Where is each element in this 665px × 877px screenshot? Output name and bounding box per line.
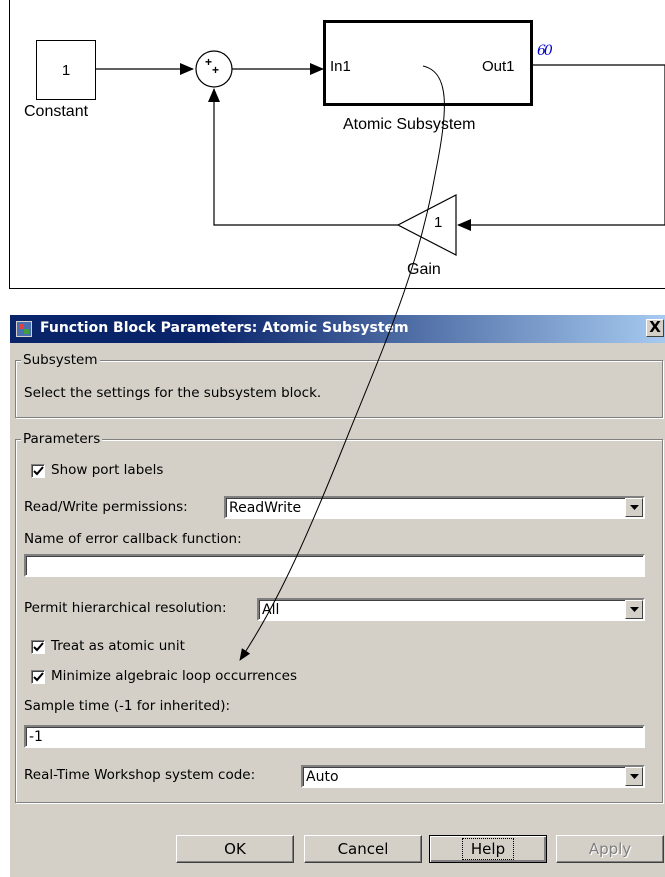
apply-button[interactable]: Apply <box>556 835 664 863</box>
error-callback-input[interactable] <box>24 554 645 577</box>
parameters-group-title: Parameters <box>21 431 103 447</box>
sample-time-label: Sample time (-1 for inherited): <box>24 698 231 714</box>
hier-resolution-select[interactable]: All <box>257 598 645 621</box>
constant-label: Constant <box>24 103 89 120</box>
help-button[interactable]: Help <box>429 835 547 863</box>
rw-permissions-value: ReadWrite <box>229 500 302 516</box>
rtw-code-label: Real-Time Workshop system code: <box>24 767 256 783</box>
error-callback-label: Name of error callback function: <box>24 531 242 547</box>
hier-resolution-label: Permit hierarchical resolution: <box>24 600 227 616</box>
subsystem-description: Select the settings for the subsystem bl… <box>24 385 322 401</box>
minimize-loops-checkbox[interactable] <box>31 670 45 684</box>
simulink-app-icon <box>16 321 32 337</box>
gain-triangle-icon[interactable] <box>396 193 460 257</box>
rtw-code-select[interactable]: Auto <box>301 765 645 788</box>
check-icon <box>33 672 44 682</box>
rtw-code-value: Auto <box>306 769 339 785</box>
subsystem-label: Atomic Subsystem <box>343 116 476 133</box>
minimize-loops-label: Minimize algebraic loop occurrences <box>51 668 298 684</box>
constant-block[interactable]: 1 <box>36 40 96 100</box>
subsystem-in-port-label: In1 <box>330 58 351 75</box>
constant-value: 1 <box>61 61 71 79</box>
chevron-down-icon[interactable] <box>625 498 643 517</box>
hier-resolution-value: All <box>262 602 280 618</box>
rw-permissions-select[interactable]: ReadWrite <box>224 496 645 519</box>
dialog-title: Function Block Parameters: Atomic Subsys… <box>40 320 409 336</box>
show-port-labels-checkbox[interactable] <box>31 464 45 478</box>
subsystem-group-title: Subsystem <box>21 352 100 368</box>
show-port-labels-label: Show port labels <box>51 462 164 478</box>
sample-time-input[interactable]: -1 <box>24 725 645 748</box>
check-icon <box>33 466 44 476</box>
chevron-down-icon[interactable] <box>625 767 643 786</box>
sum-sign-1: + <box>205 55 213 69</box>
dialog-titlebar[interactable]: Function Block Parameters: Atomic Subsys… <box>10 315 665 343</box>
parameters-group: Parameters <box>15 431 663 803</box>
help-button-label: Help <box>461 838 515 860</box>
signal-viewer-icon[interactable]: 60 <box>537 43 553 59</box>
rw-permissions-label: Read/Write permissions: <box>24 499 188 515</box>
subsystem-out-port-label: Out1 <box>482 58 515 75</box>
ok-button[interactable]: OK <box>176 835 294 863</box>
gain-label: Gain <box>407 261 441 278</box>
sum-block[interactable]: + + <box>194 49 234 89</box>
treat-atomic-label: Treat as atomic unit <box>51 638 185 654</box>
treat-atomic-checkbox[interactable] <box>31 640 45 654</box>
chevron-down-icon[interactable] <box>625 600 643 619</box>
close-icon[interactable]: X <box>646 319 664 337</box>
cancel-button[interactable]: Cancel <box>304 835 422 863</box>
block-parameters-dialog: Function Block Parameters: Atomic Subsys… <box>9 314 665 877</box>
check-icon <box>33 642 44 652</box>
sum-sign-2: + <box>212 63 220 77</box>
gain-value: 1 <box>434 214 443 231</box>
model-canvas[interactable]: 1 Constant + + In1 Out1 Atomic Subsystem… <box>9 0 665 289</box>
